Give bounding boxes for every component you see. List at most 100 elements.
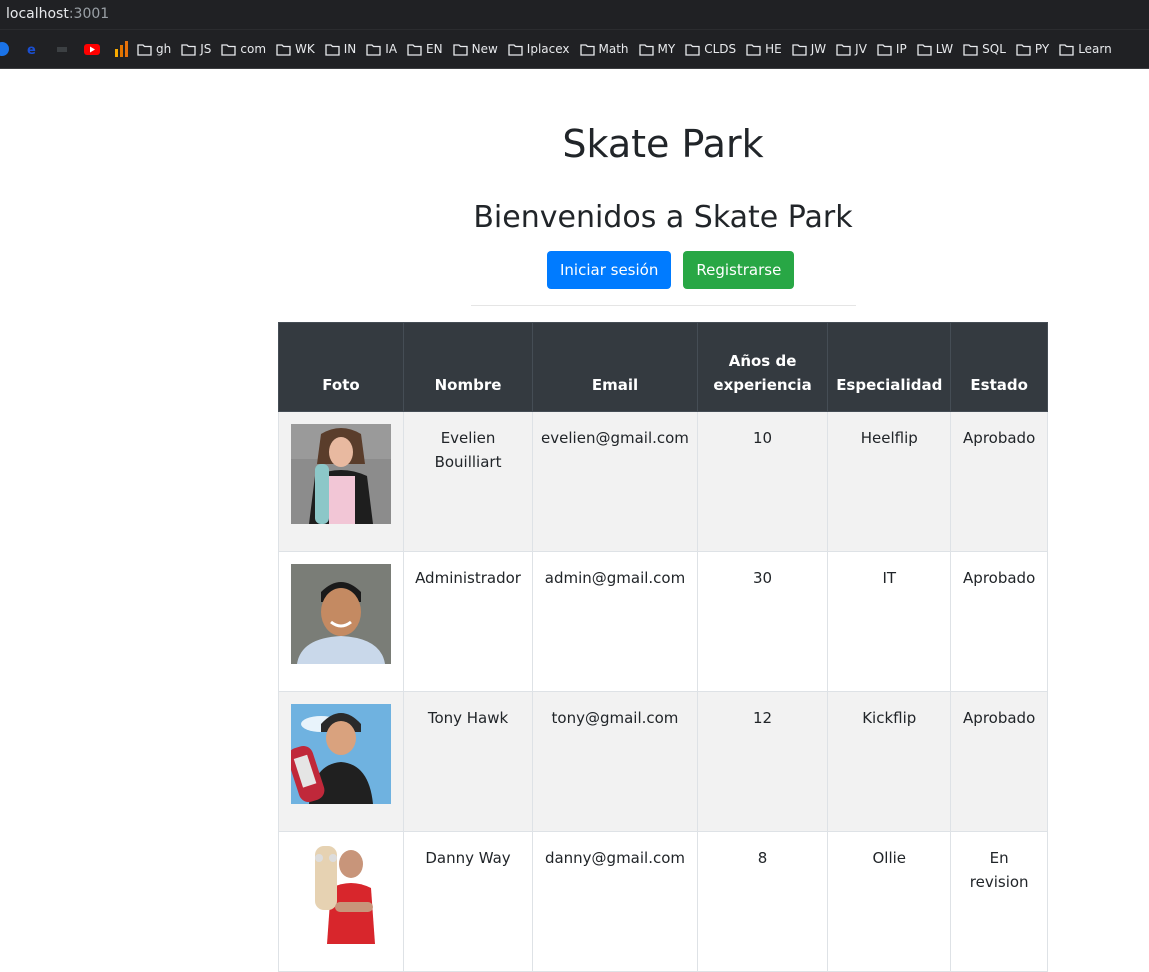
cell-especialidad: Heelflip <box>827 411 952 552</box>
bookmark-folder-label: PY <box>1034 42 1050 56</box>
bookmark-folder-label: EN <box>426 42 443 56</box>
bookmark-folder[interactable]: JV <box>836 42 867 56</box>
admin-man-photo <box>291 564 391 664</box>
bookmark-folder-label: Iplacex <box>526 42 570 56</box>
bookmark-folder-label: HE <box>765 42 782 56</box>
cell-nombre: Administrador <box>402 551 534 692</box>
skater-helmet-photo <box>291 704 391 804</box>
folder-icon <box>508 43 523 56</box>
bookmark-folder[interactable]: EN <box>407 42 443 56</box>
bookmark-folder-label: WK <box>295 42 315 56</box>
table-header-row: Foto Nombre Email Años de experiencia Es… <box>278 322 1048 412</box>
bookmark-folder[interactable]: JS <box>181 42 211 56</box>
folder-icon <box>137 43 152 56</box>
folder-icon <box>407 43 422 56</box>
table-row: Danny Way danny@gmail.com 8 Ollie En revisio… <box>278 831 1048 972</box>
youtube-icon[interactable] <box>84 41 100 57</box>
cell-nombre: Danny Way <box>402 831 534 972</box>
page-title: Skate Park <box>562 122 764 166</box>
folder-icon <box>1016 43 1031 56</box>
cell-experiencia: 10 <box>696 411 829 552</box>
bookmark-folder[interactable]: HE <box>746 42 782 56</box>
bookmark-folder[interactable]: IP <box>877 42 907 56</box>
header-nombre: Nombre <box>402 322 534 412</box>
bookmark-dark-icon[interactable] <box>54 41 70 57</box>
bookmark-folder-label: gh <box>156 42 172 56</box>
bookmark-folder-label: CLDS <box>704 42 737 56</box>
bookmark-e-icon[interactable]: e <box>24 41 40 58</box>
bookmark-folder-label: Math <box>598 42 629 56</box>
folder-icon <box>836 43 851 56</box>
register-button[interactable]: Registrarse <box>683 251 795 289</box>
table-row: Tony Hawk tony@gmail.com 12 Kickflip Aprobad… <box>278 691 1048 832</box>
bookmark-folder-label: IN <box>343 42 357 56</box>
cell-email: danny@gmail.com <box>532 831 698 972</box>
cell-experiencia: 12 <box>696 691 829 832</box>
bookmark-folder[interactable]: PY <box>1016 42 1049 56</box>
bookmark-folder[interactable]: JW <box>792 42 826 56</box>
svg-text:e: e <box>27 43 36 57</box>
folder-icon <box>792 43 807 56</box>
bookmarks-bar: e gh JS com WK IN IA EN New Iplacex Math MY CLDS HE J… <box>0 29 1149 69</box>
cell-estado: Aprobado <box>950 411 1048 552</box>
cell-especialidad: Ollie <box>827 831 952 972</box>
cell-foto <box>278 551 404 692</box>
folder-icon <box>685 43 700 56</box>
folder-icon <box>746 43 761 56</box>
folder-icon <box>877 43 892 56</box>
cell-email: tony@gmail.com <box>532 691 698 832</box>
header-experiencia: Años de experiencia <box>696 322 829 412</box>
bookmark-folder-label: MY <box>657 42 676 56</box>
folder-icon <box>1059 43 1074 56</box>
bookmark-folder[interactable]: MY <box>638 42 676 56</box>
cell-especialidad: Kickflip <box>827 691 952 832</box>
folder-icon <box>181 43 196 56</box>
bookmark-folder-label: IA <box>385 42 398 56</box>
bookmark-folder[interactable]: Math <box>579 42 629 56</box>
analytics-icon[interactable] <box>114 41 130 57</box>
folder-icon <box>579 43 595 56</box>
url-port: :3001 <box>68 6 110 22</box>
bookmark-folder[interactable]: gh <box>137 42 171 56</box>
bookmark-folder[interactable]: Iplacex <box>508 42 570 56</box>
folder-icon <box>963 43 978 56</box>
skater-red-shirt-photo <box>291 844 391 944</box>
bookmark-folder-label: New <box>471 42 498 56</box>
header-foto: Foto <box>278 322 404 412</box>
bookmark-folder[interactable]: IN <box>325 42 357 56</box>
bookmark-folder[interactable]: WK <box>276 42 315 56</box>
folder-icon <box>221 43 237 56</box>
divider <box>471 305 856 306</box>
bookmark-folder[interactable]: New <box>452 42 498 56</box>
cell-nombre: Evelien Bouilliart <box>402 411 534 552</box>
folder-icon <box>638 43 654 56</box>
bookmark-folder-label: SQL <box>982 42 1006 56</box>
bookmark-folder[interactable]: IA <box>366 42 397 56</box>
bookmark-folder[interactable]: LW <box>917 42 953 56</box>
cell-foto <box>278 831 404 972</box>
login-button[interactable]: Iniciar sesión <box>547 251 672 289</box>
bookmark-folder-label: JW <box>810 42 827 56</box>
folder-icon <box>452 43 468 56</box>
table-row: Evelien Bouilliart evelien@gmail.com 10 Hee… <box>278 411 1048 552</box>
cell-experiencia: 30 <box>696 551 829 692</box>
table-row: Administrador admin@gmail.com 30 IT Aprobado <box>278 551 1048 692</box>
bookmark-folder[interactable]: com <box>221 42 266 56</box>
bookmark-folder[interactable]: Learn <box>1059 42 1112 56</box>
auth-buttons: Iniciar sesión Registrarse <box>547 251 795 289</box>
folder-icon <box>325 43 340 56</box>
header-especialidad: Especialidad <box>827 322 952 412</box>
bookmark-folder-label: LW <box>935 42 954 56</box>
cell-especialidad: IT <box>827 551 952 692</box>
cell-estado: En revision <box>950 831 1048 972</box>
bookmark-folder[interactable]: CLDS <box>685 42 736 56</box>
header-estado: Estado <box>950 322 1048 412</box>
bookmark-blue-icon[interactable] <box>0 41 10 57</box>
bookmark-folder-label: IP <box>895 42 907 56</box>
address-bar[interactable]: localhost:3001 <box>0 0 1149 29</box>
bookmark-folder-label: com <box>240 42 267 56</box>
skaters-table: Foto Nombre Email Años de experiencia Es… <box>278 322 1048 972</box>
bookmark-folder[interactable]: SQL <box>963 42 1006 56</box>
cell-estado: Aprobado <box>950 691 1048 832</box>
url-host: localhost <box>6 6 69 22</box>
